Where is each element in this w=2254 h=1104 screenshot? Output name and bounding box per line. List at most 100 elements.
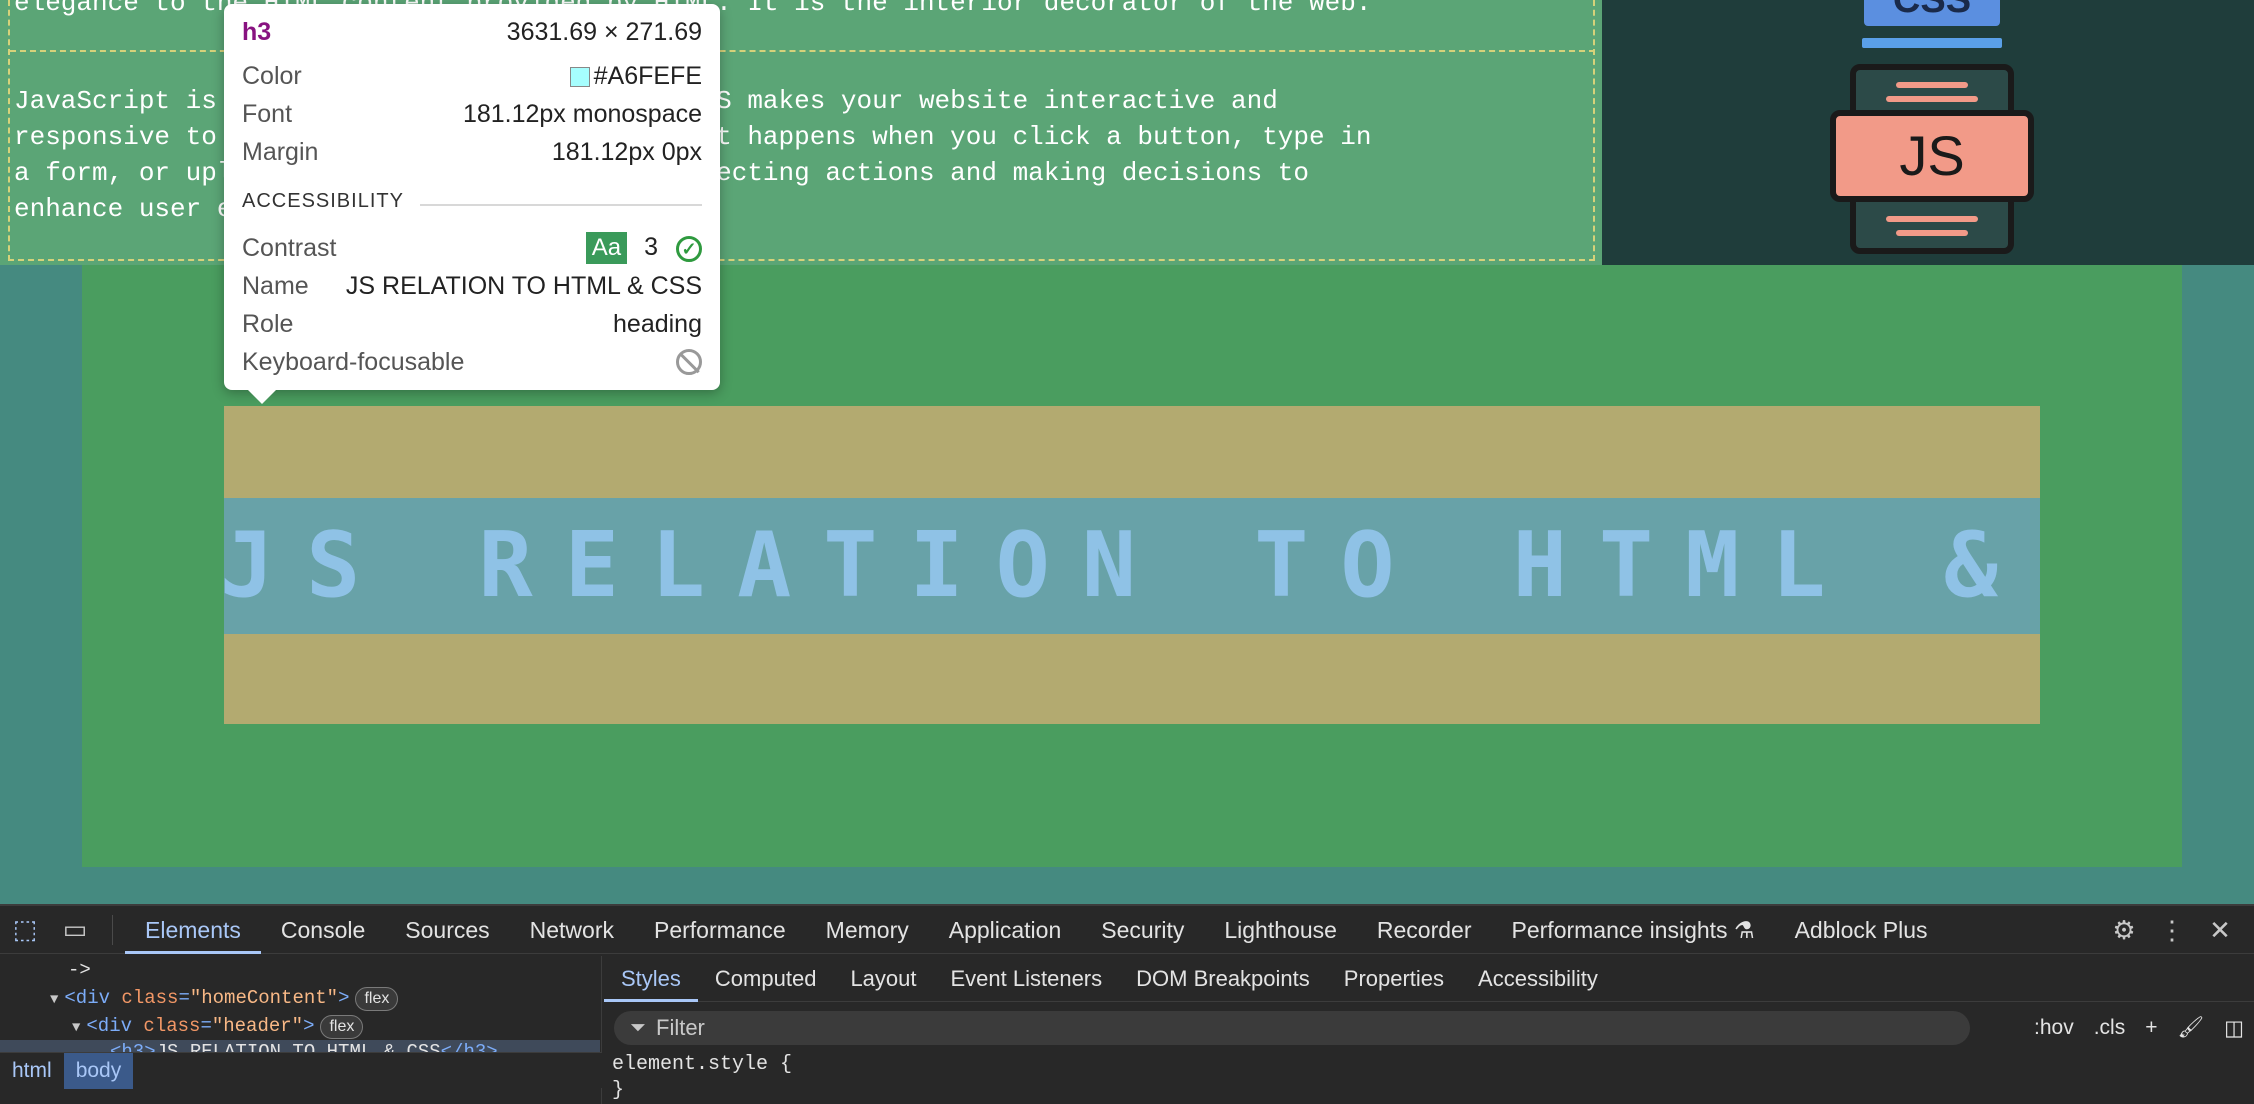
tooltip-tag: h3: [242, 17, 272, 46]
tooltip-focusable-row: Keyboard-focusable: [242, 344, 702, 380]
tooltip-role-row: Role heading: [242, 306, 702, 342]
tab-adblock-plus[interactable]: Adblock Plus: [1775, 906, 1948, 954]
flex-badge[interactable]: flex: [355, 987, 399, 1011]
breadcrumb-html[interactable]: html: [0, 1053, 64, 1089]
tooltip-contrast-label: Contrast: [242, 233, 337, 262]
js-icon-line: [1896, 82, 1968, 88]
inspect-element-icon[interactable]: ⬚: [0, 906, 50, 954]
tooltip-dimensions: 3631.69 × 271.69: [506, 17, 702, 46]
element-style-selector: element.style {: [612, 1053, 793, 1076]
css-logo-base: [1862, 38, 2002, 48]
tooltip-role-value: heading: [613, 309, 702, 338]
tab-event-listeners[interactable]: Event Listeners: [934, 956, 1120, 1002]
tooltip-contrast-value-wrap: Aa 3 ✓: [585, 232, 702, 264]
tab-properties[interactable]: Properties: [1327, 956, 1461, 1002]
settings-gear-icon[interactable]: ⚙: [2100, 915, 2148, 946]
tab-computed[interactable]: Computed: [698, 956, 834, 1002]
inspect-tooltip: h3 3631.69 × 271.69 Color #A6FEFE Font 1…: [224, 4, 720, 404]
devtools-tab-bar: ⬚ ▭ Elements Console Sources Network Per…: [0, 906, 2254, 954]
tooltip-color-label: Color: [242, 61, 302, 90]
styles-toolbar: :hov .cls + 🖌 ◫: [2024, 1011, 2254, 1045]
tab-accessibility[interactable]: Accessibility: [1461, 956, 1615, 1002]
page-viewport: elegance to the HTML content provided by…: [0, 0, 2254, 904]
tooltip-accessibility-title: ACCESSIBILITY: [242, 190, 404, 212]
hov-toggle[interactable]: :hov: [2024, 1016, 2084, 1040]
tooltip-font-row: Font 181.12px monospace: [242, 96, 702, 132]
tooltip-margin-value: 181.12px 0px: [551, 137, 702, 166]
js-icon-line: [1886, 216, 1978, 222]
dom-equals: =: [200, 1015, 212, 1037]
dom-tag-open: <div: [64, 987, 122, 1009]
devtools-actions: ⚙ ⋮ ✕: [2100, 906, 2244, 954]
dom-node-home-content[interactable]: ▼ <div class="homeContent"> flex: [50, 984, 399, 1012]
dom-attr-name: class: [143, 1015, 201, 1037]
tab-styles[interactable]: Styles: [604, 956, 698, 1002]
filter-icon: ⏷: [630, 1016, 646, 1039]
more-options-icon[interactable]: ⋮: [2148, 915, 2196, 946]
tab-sources[interactable]: Sources: [385, 906, 509, 954]
dom-node-header[interactable]: ▼ <div class="header"> flex: [72, 1012, 364, 1040]
tooltip-divider: [420, 204, 702, 206]
js-icon-line: [1896, 230, 1968, 236]
sidebar-tab-bar: Styles Computed Layout Event Listeners D…: [604, 956, 2254, 1002]
tab-memory[interactable]: Memory: [806, 906, 929, 954]
tab-layout[interactable]: Layout: [833, 956, 933, 1002]
tab-security[interactable]: Security: [1081, 906, 1204, 954]
tooltip-color-value: #A6FEFE: [593, 61, 702, 90]
styles-filter-input[interactable]: ⏷ Filter: [614, 1011, 1970, 1045]
heading-highlight: JS RELATION TO HTML & CSS: [224, 498, 2040, 634]
check-circle-icon: ✓: [676, 236, 702, 262]
close-icon[interactable]: ✕: [2196, 915, 2244, 946]
tab-network[interactable]: Network: [510, 906, 634, 954]
tab-lighthouse[interactable]: Lighthouse: [1204, 906, 1357, 954]
toggle-sidebar-icon[interactable]: ◫: [2214, 1016, 2254, 1041]
css-logo-icon: CSS: [1864, 0, 2000, 26]
dom-tag-close: >: [303, 1015, 315, 1037]
tooltip-color-row: Color #A6FEFE: [242, 58, 702, 94]
dom-attr-value: "header": [211, 1015, 304, 1037]
element-style-close: }: [612, 1079, 625, 1102]
tooltip-contrast-value: 3: [644, 233, 658, 261]
tooltip-role-label: Role: [242, 309, 294, 338]
filter-placeholder: Filter: [656, 1015, 705, 1040]
tab-performance-insights[interactable]: Performance insights ⚗: [1492, 906, 1775, 954]
tab-dom-breakpoints[interactable]: DOM Breakpoints: [1119, 956, 1327, 1002]
device-toolbar-icon[interactable]: ▭: [50, 906, 100, 954]
styles-pane: Styles Computed Layout Event Listeners D…: [604, 956, 2254, 1104]
dom-attr-name: class: [121, 987, 179, 1009]
js-logo-icon: JS: [1830, 110, 2034, 202]
expand-triangle-icon[interactable]: ▼: [72, 1020, 80, 1036]
devtools-panel: ⬚ ▭ Elements Console Sources Network Per…: [0, 904, 2254, 1104]
dom-comment-text: ->: [68, 959, 91, 981]
tooltip-color-value-wrap: #A6FEFE: [569, 61, 702, 91]
tab-performance[interactable]: Performance: [634, 906, 806, 954]
flex-badge[interactable]: flex: [320, 1015, 364, 1039]
tooltip-focusable-label: Keyboard-focusable: [242, 347, 465, 376]
contrast-sample: Aa: [585, 232, 628, 264]
tab-recorder[interactable]: Recorder: [1357, 906, 1492, 954]
toolbar-divider: [112, 914, 113, 945]
not-focusable-icon: [676, 349, 702, 375]
element-style-rule[interactable]: element.style { }: [612, 1052, 792, 1104]
dom-equals: =: [178, 987, 190, 1009]
breadcrumb-body[interactable]: body: [63, 1052, 134, 1089]
tooltip-name-row: Name JS RELATION TO HTML & CSS: [242, 268, 702, 304]
paint-brush-icon[interactable]: 🖌: [2167, 1016, 2214, 1040]
tab-elements[interactable]: Elements: [125, 906, 261, 954]
dom-comment-tail[interactable]: ->: [68, 956, 91, 984]
cls-toggle[interactable]: .cls: [2084, 1016, 2136, 1040]
tooltip-font-label: Font: [242, 99, 293, 128]
js-icon-line: [1886, 96, 1978, 102]
page-heading: JS RELATION TO HTML & CSS: [224, 513, 2040, 618]
expand-triangle-icon[interactable]: ▼: [50, 992, 58, 1008]
dom-tag-close: >: [338, 987, 350, 1009]
new-style-rule-icon[interactable]: +: [2135, 1016, 2167, 1040]
elements-tree: -> ▼ <div class="homeContent"> flex ▼ <div …: [0, 956, 602, 1104]
tab-console[interactable]: Console: [261, 906, 385, 954]
tooltip-name-value: JS RELATION TO HTML & CSS: [345, 271, 702, 300]
tooltip-contrast-row: Contrast Aa 3 ✓: [242, 230, 702, 266]
tab-application[interactable]: Application: [929, 906, 1082, 954]
tooltip-margin-row: Margin 181.12px 0px: [242, 134, 702, 170]
breadcrumb: html body: [0, 1052, 602, 1089]
tooltip-name-label: Name: [242, 271, 309, 300]
